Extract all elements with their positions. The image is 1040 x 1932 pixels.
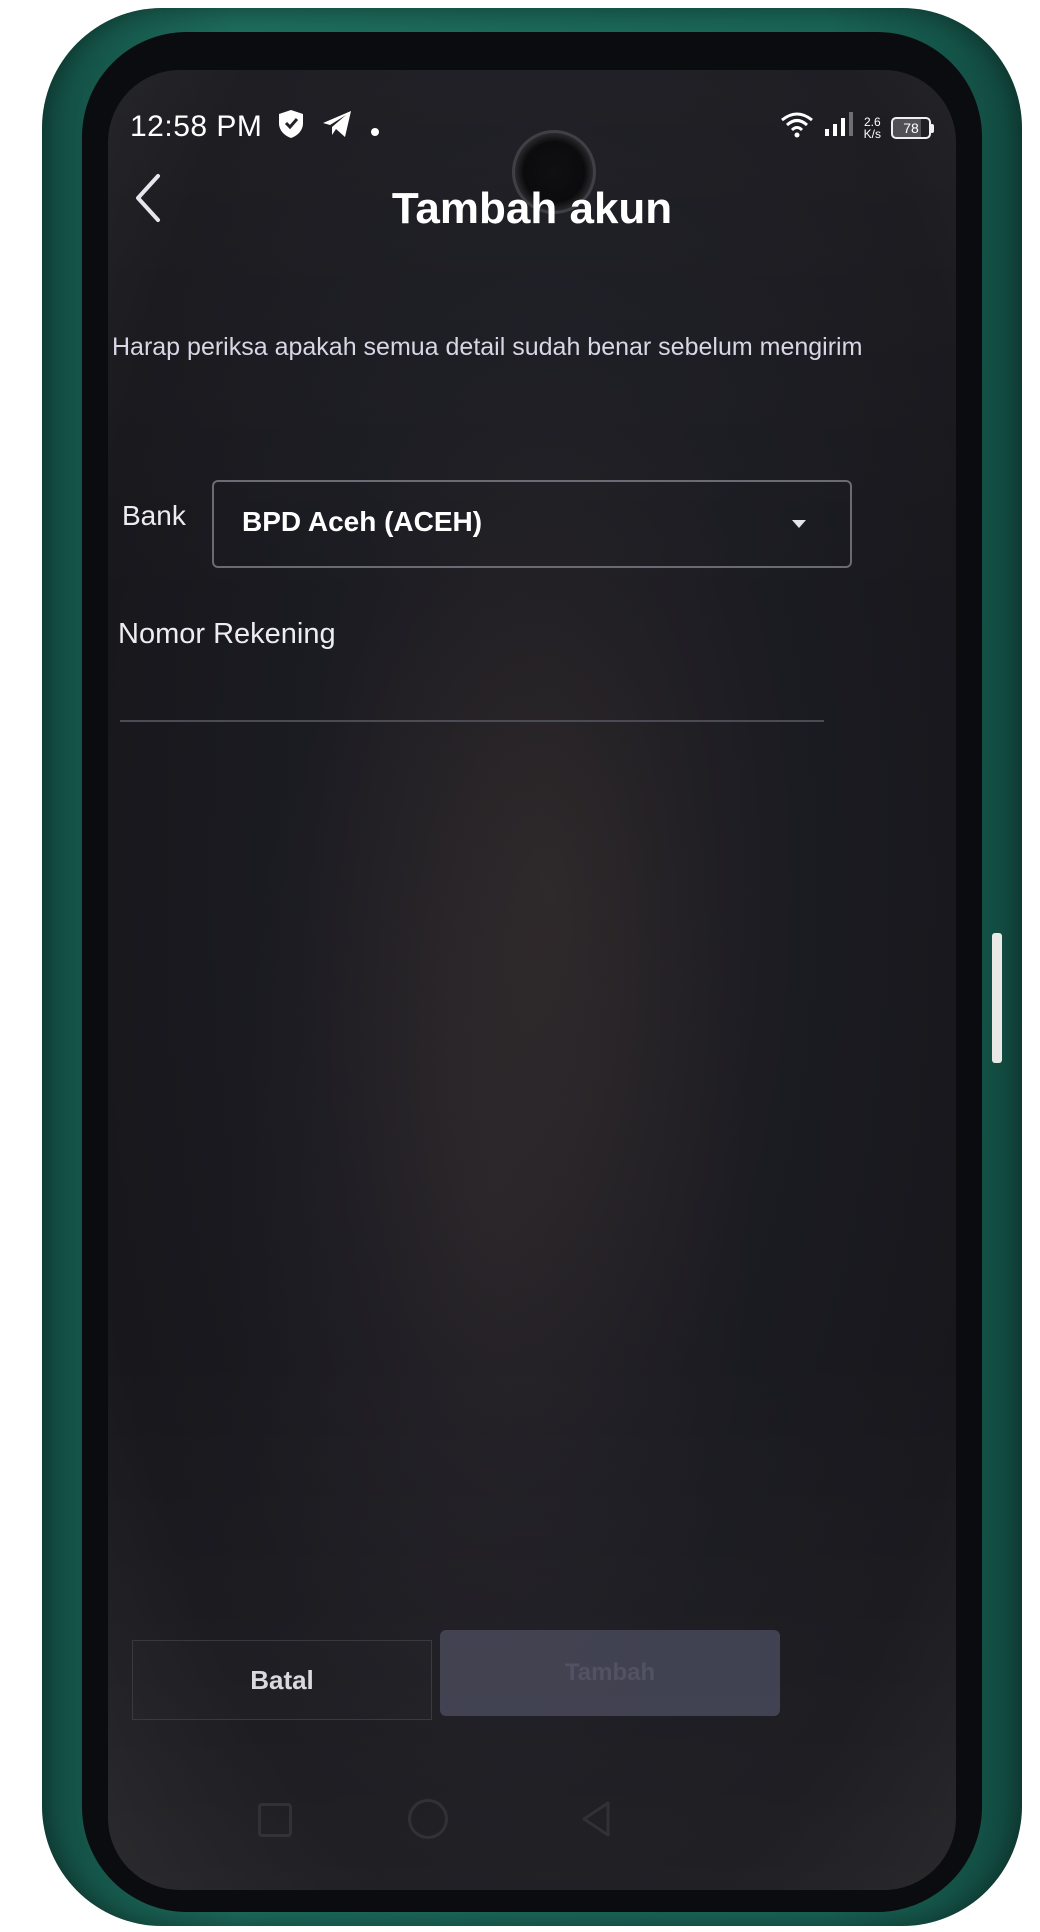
bank-label: Bank bbox=[122, 500, 186, 531]
status-time: 12:58 PM bbox=[130, 110, 263, 143]
page-title: Tambah akun bbox=[391, 184, 673, 233]
form-notice: Harap periksa apakah semua detail sudah … bbox=[112, 333, 863, 361]
signal-icon bbox=[824, 111, 854, 145]
shield-icon bbox=[278, 109, 304, 147]
status-bar: 12:58 PM 2.6 K/s 78 bbox=[130, 108, 934, 214]
battery-level: 78 bbox=[891, 117, 931, 139]
home-icon[interactable] bbox=[408, 1799, 448, 1839]
wifi-icon bbox=[780, 110, 814, 146]
battery-icon: 78 bbox=[891, 117, 934, 139]
recent-apps-icon[interactable] bbox=[258, 1803, 292, 1837]
net-speed-unit: K/s bbox=[863, 127, 881, 141]
submit-button[interactable]: Tambah bbox=[440, 1630, 780, 1716]
net-speed: 2.6 K/s bbox=[864, 116, 881, 140]
navigation-bar bbox=[108, 1785, 956, 1845]
telegram-icon bbox=[322, 110, 352, 146]
status-left-icons bbox=[278, 108, 380, 148]
cancel-button[interactable]: Batal bbox=[132, 1640, 432, 1720]
dot-icon bbox=[370, 111, 380, 145]
account-number-input[interactable] bbox=[120, 670, 824, 722]
battery-cap bbox=[931, 123, 934, 133]
nav-back-icon[interactable] bbox=[578, 1799, 612, 1844]
caret-down-icon bbox=[792, 520, 806, 528]
bank-select[interactable]: BPD Aceh (ACEH) bbox=[212, 480, 852, 568]
case-side-button bbox=[992, 933, 1002, 1063]
status-right-icons: 2.6 K/s 78 bbox=[780, 108, 934, 148]
account-number-label: Nomor Rekening bbox=[118, 618, 336, 650]
phone-screen: 12:58 PM 2.6 K/s 78 Tambah akun Harap pe… bbox=[108, 70, 956, 1890]
bank-select-value: BPD Aceh (ACEH) bbox=[242, 506, 483, 537]
